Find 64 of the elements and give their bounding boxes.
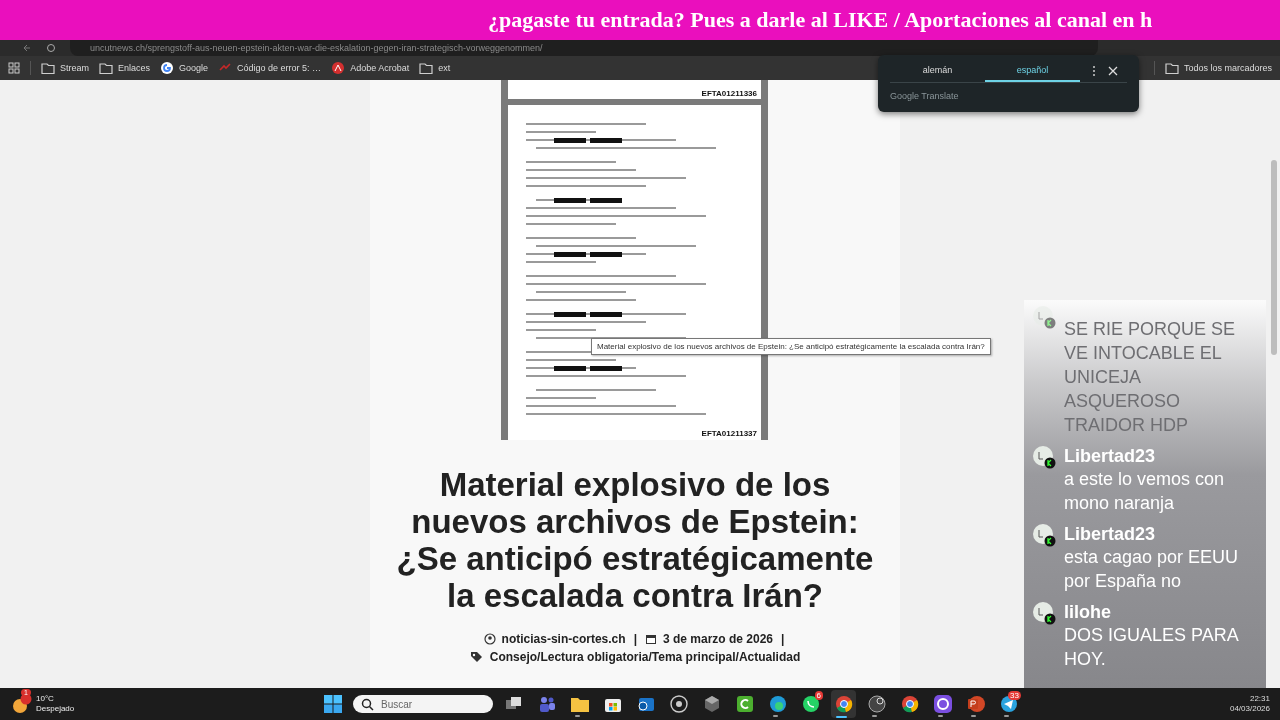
- weather-condition: Despejado: [36, 704, 75, 714]
- paper-plane-icon: [998, 694, 1019, 714]
- slides-icon: [965, 694, 986, 714]
- bookmark-item[interactable]: Adobe Acrobat: [331, 61, 410, 75]
- notification-badge: 6: [814, 691, 823, 700]
- reload-icon: [46, 43, 56, 53]
- tooltip: Material explosivo de los nuevos archivos de Epstein: ¿Se anticipó estratégicamente la escalada contra Irán?: [591, 338, 991, 355]
- article-title: Material explosivo de los nuevos archivos de Epstein: ¿Se anticipó estratégicamente la escalada contra Irán?: [395, 466, 875, 614]
- bookmark-item[interactable]: Enlaces: [99, 61, 151, 75]
- chat-message: a este lo vemos con mono naranja: [1064, 468, 1226, 515]
- taskbar-app-button[interactable]: [831, 690, 856, 718]
- folder-icon: [1164, 61, 1179, 75]
- bookmark-item[interactable]: Código de error 5: …: [218, 61, 322, 75]
- apps-icon: [8, 62, 20, 74]
- taskbar-app-button[interactable]: 6: [798, 690, 823, 718]
- chat-username: lilohe: [1064, 601, 1112, 623]
- calendar-icon: [645, 633, 657, 645]
- chat-icon: [800, 694, 821, 714]
- scrollbar-thumb[interactable]: [1271, 160, 1277, 355]
- separator-text: |: [781, 632, 785, 646]
- folder-icon: [99, 61, 113, 75]
- tag-icon: [469, 651, 484, 663]
- chat-message: DOS IGUALES PARA HOY.: [1064, 624, 1240, 671]
- avatar-icon: [1032, 445, 1056, 469]
- record-icon: [668, 694, 689, 714]
- language-tab[interactable]: alemán: [890, 60, 985, 82]
- chat-message: SE RIE PORQUE SE VE INTOCABLE EL UNICEJA ASQUEROSO TRAIDOR HDP: [1064, 318, 1237, 437]
- back-icon: [22, 43, 32, 53]
- document-code: EFTA01211337: [701, 429, 757, 438]
- chat-username: Libertad23: [1064, 523, 1157, 545]
- chat-message: esta cagao por EEUU por España no: [1064, 546, 1240, 593]
- pdf-icon: [331, 61, 346, 75]
- editor-icon: [734, 694, 755, 714]
- translate-brand: Google Translate: [890, 91, 960, 101]
- search-field[interactable]: Buscar: [353, 695, 493, 713]
- bookmark-item[interactable]: Stream: [41, 61, 89, 75]
- chat-username: Libertad23: [1064, 445, 1157, 467]
- avatar-icon: [1032, 523, 1056, 547]
- windows-icon: [323, 695, 342, 713]
- more-icon: [1092, 65, 1096, 77]
- folder-icon: [41, 61, 55, 75]
- all-bookmarks-button[interactable]: Todos los marcadores: [1164, 61, 1272, 75]
- weather-icon: [10, 693, 32, 715]
- bookmark-item[interactable]: ext: [419, 61, 451, 75]
- language-tab[interactable]: español: [985, 60, 1080, 82]
- temperature-text: 10°C: [36, 694, 55, 704]
- taskbar-app-button[interactable]: 33: [996, 690, 1021, 718]
- google-icon: [160, 61, 175, 75]
- bookmark-item[interactable]: Google: [160, 61, 209, 75]
- separator-text: |: [633, 632, 637, 646]
- avatar-icon: [1032, 305, 1056, 329]
- date-text: 3 de marzo de 2026: [663, 632, 774, 646]
- ring-icon: [932, 694, 953, 714]
- clock-button[interactable]: 22:31 04/03/2026: [1229, 694, 1270, 714]
- notification-badge: 33: [1008, 691, 1021, 700]
- close-icon: [1108, 66, 1118, 76]
- categories-link[interactable]: Consejo/Lectura obligatoria/Tema principal/Actualidad: [489, 650, 801, 664]
- banner-text: ¿pagaste tu entrada? Pues a darle al LIKE / Aportaciones al canal en h: [488, 7, 1153, 33]
- avatar-icon: [1032, 601, 1056, 625]
- document-code: EFTA01211336: [701, 89, 757, 98]
- author-link[interactable]: noticias-sin-cortes.ch: [501, 632, 626, 646]
- folder-icon: [419, 61, 434, 75]
- url-field[interactable]: uncutnews.ch/sprengstoff-aus-neuen-epstein-akten-war-die-eskalation-gegen-iran-strategisch-vorweggenommen/: [70, 40, 1098, 56]
- user-icon: [483, 633, 496, 645]
